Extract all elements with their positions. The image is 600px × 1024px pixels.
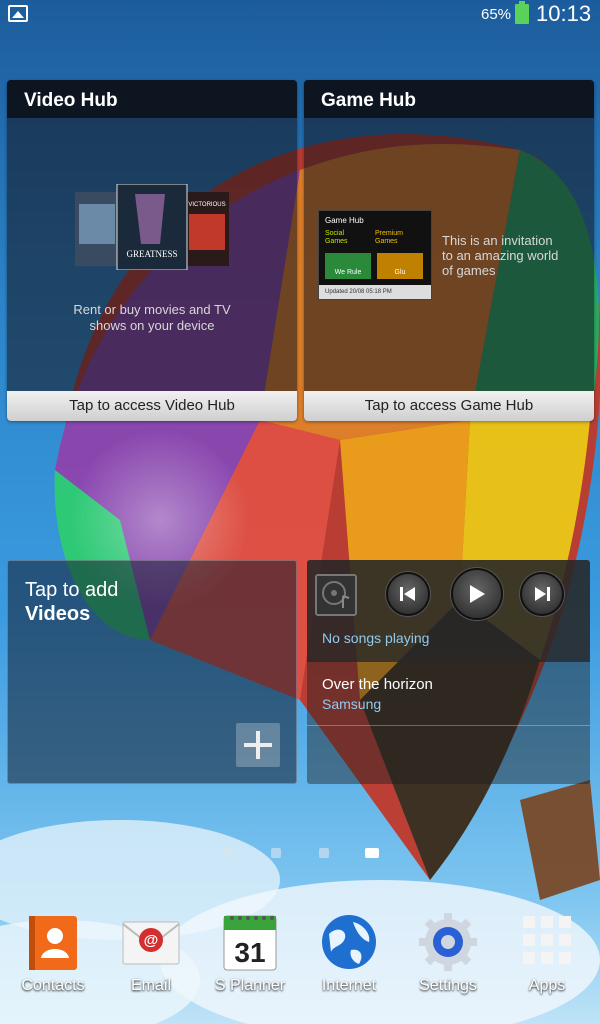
apps-grid-icon	[523, 916, 571, 964]
battery-percent: 65%	[481, 6, 512, 23]
dock-label-contacts: Contacts	[21, 977, 85, 994]
game-hub-desc-1: This is an invitation	[442, 233, 553, 248]
dock-internet[interactable]: Internet	[301, 910, 397, 1010]
video-hub-widget[interactable]: Video Hub GREATNESS VICTORIOUS Rent or b…	[7, 80, 297, 421]
poster-label-greatness: GREATNESS	[126, 249, 177, 259]
preview-tile-2: Glu	[377, 253, 423, 279]
game-hub-title: Game Hub	[321, 90, 417, 111]
page-dot-1[interactable]	[223, 848, 233, 858]
game-hub-desc-2: to an amazing world	[442, 248, 559, 263]
video-hub-desc-2: shows on your device	[89, 318, 215, 333]
dock-label-email: Email	[130, 977, 171, 994]
game-hub-desc-3: of games	[442, 263, 496, 278]
calendar-badge: 31	[234, 937, 265, 968]
music-controls-panel: No songs playing	[307, 560, 590, 662]
movie-posters: GREATNESS VICTORIOUS	[75, 184, 229, 270]
contacts-icon	[29, 916, 77, 970]
email-icon: @	[122, 921, 180, 965]
song-artist: Samsung	[322, 696, 382, 712]
music-status: No songs playing	[322, 630, 430, 646]
clock: 10:13	[536, 1, 592, 26]
play-button[interactable]	[451, 568, 503, 620]
game-hub-widget[interactable]: Game Hub Game Hub Social Games Premium G…	[304, 80, 594, 421]
page-dot-2[interactable]	[271, 848, 281, 858]
gear-icon	[419, 913, 477, 971]
music-divider	[307, 725, 590, 726]
play-icon	[470, 585, 485, 603]
dock-label-settings: Settings	[419, 977, 477, 994]
dock-s-planner[interactable]: 31 S Planner	[202, 910, 298, 1010]
videos-widget-line1: Tap to add	[25, 579, 119, 601]
gallery-icon	[8, 5, 28, 22]
dock-email[interactable]: @ Email	[103, 910, 199, 1010]
music-note-icon	[322, 581, 350, 608]
dock-label-apps: Apps	[528, 977, 566, 994]
preview-col2-line2: Games	[375, 238, 398, 245]
video-hub-title: Video Hub	[24, 90, 118, 111]
dock-label-internet: Internet	[321, 977, 377, 994]
music-player-widget[interactable]: No songs playing Over the horizon Samsun…	[307, 560, 590, 784]
videos-widget[interactable]: Tap to add Videos	[7, 560, 297, 784]
battery-icon	[515, 1, 529, 24]
preview-header: Game Hub	[325, 216, 364, 225]
previous-icon	[400, 587, 415, 601]
dock-settings[interactable]: Settings	[400, 910, 496, 1010]
next-icon	[535, 587, 550, 601]
preview-tile-1: We Rule	[325, 253, 371, 279]
page-dot-4-active[interactable]	[365, 848, 379, 858]
add-video-button[interactable]	[236, 723, 280, 767]
globe-icon	[322, 915, 376, 969]
next-track-button[interactable]	[520, 572, 564, 616]
preview-col1-line1: Social	[325, 230, 345, 237]
game-hub-preview: Game Hub Social Games Premium Games We R…	[318, 210, 432, 300]
dock-apps[interactable]: Apps	[499, 910, 595, 1010]
dock-label-s-planner: S Planner	[214, 977, 286, 994]
dock-contacts[interactable]: Contacts	[5, 910, 101, 1010]
preview-col2-line1: Premium	[375, 230, 404, 237]
video-hub-access-button[interactable]: Tap to access Video Hub	[7, 391, 297, 421]
preview-updated: Updated 20/08 05:18 PM	[319, 285, 431, 299]
calendar-icon: 31	[223, 915, 277, 971]
videos-widget-line2: Videos	[25, 603, 91, 625]
video-hub-desc-1: Rent or buy movies and TV	[73, 302, 231, 317]
page-dot-3[interactable]	[319, 848, 329, 858]
svg-text:@: @	[144, 932, 159, 949]
preview-col1-line2: Games	[325, 238, 348, 245]
game-hub-access-button[interactable]: Tap to access Game Hub	[304, 391, 594, 421]
status-bar: 65% 10:13	[0, 0, 600, 30]
poster-label-victorious: VICTORIOUS	[188, 202, 225, 208]
album-art-icon[interactable]	[315, 574, 357, 616]
song-title: Over the horizon	[322, 676, 433, 693]
previous-track-button[interactable]	[386, 572, 430, 616]
